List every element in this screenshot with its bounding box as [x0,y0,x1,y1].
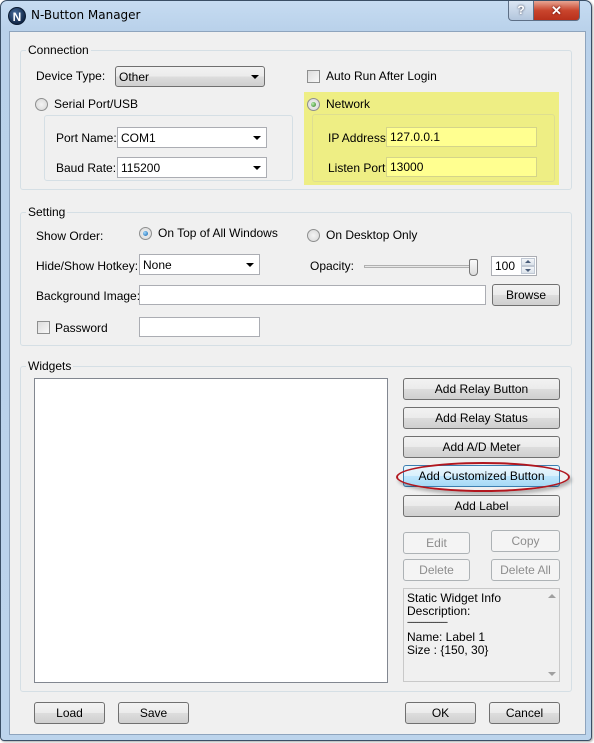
info-line: Size : {150, 30} [407,643,489,657]
close-icon: ✕ [551,3,562,18]
cancel-button[interactable]: Cancel [489,702,560,724]
info-line: Static Widget Info [407,591,502,605]
opacity-slider-track[interactable] [364,265,478,268]
help-button[interactable]: ? [508,1,534,21]
serial-port-label[interactable]: Serial Port/USB [54,97,138,111]
background-image-input[interactable] [139,285,486,305]
on-top-label[interactable]: On Top of All Windows [158,226,278,240]
add-relay-button-button[interactable]: Add Relay Button [403,378,560,400]
spin-up-icon[interactable] [521,258,535,266]
add-label-button[interactable]: Add Label [403,495,560,517]
password-input[interactable] [139,317,260,337]
port-name-value: COM1 [121,131,156,145]
dialog-client-area: Connection Device Type: Other Auto Run A… [9,31,586,735]
add-ad-meter-button[interactable]: Add A/D Meter [403,436,560,458]
baud-rate-value: 115200 [121,161,161,175]
opacity-label: Opacity: [310,259,355,273]
ip-address-value: 127.0.0.1 [390,130,441,144]
app-logo-icon: N [8,7,26,25]
browse-button[interactable]: Browse [492,284,560,306]
info-line: Name: Label 1 [407,630,486,644]
ok-button[interactable]: OK [405,702,476,724]
background-image-label: Background Image: [36,289,141,303]
info-scrollbar[interactable] [545,589,559,681]
edit-button[interactable]: Edit [403,532,470,554]
add-relay-status-button[interactable]: Add Relay Status [403,407,560,429]
network-radio[interactable] [307,98,320,111]
scroll-up-icon[interactable] [548,594,556,598]
ip-address-label: IP Address: [328,131,390,145]
ip-address-input[interactable]: 127.0.0.1 [386,127,537,147]
auto-run-label[interactable]: Auto Run After Login [326,69,437,83]
listen-port-input[interactable]: 13000 [386,157,537,177]
listen-port-value: 13000 [390,160,424,174]
hotkey-dropdown[interactable]: None [139,254,260,275]
password-label[interactable]: Password [55,321,108,335]
desktop-only-label[interactable]: On Desktop Only [326,228,417,242]
opacity-spinner[interactable]: 100 [491,256,537,276]
serial-port-radio[interactable] [35,98,48,111]
delete-button[interactable]: Delete [403,559,470,581]
port-name-label: Port Name: [56,131,117,145]
widgets-group-label: Widgets [26,359,74,373]
spin-down-icon[interactable] [521,266,535,274]
info-line: Description: [407,604,471,618]
info-line: -------------------- [407,617,448,627]
copy-button[interactable]: Copy [491,530,560,552]
dialog-window: N N-Button Manager ? ✕ Connection Device… [0,0,592,741]
device-type-label: Device Type: [36,69,106,83]
widgets-list[interactable] [34,378,388,683]
title-bar[interactable]: N N-Button Manager ? ✕ [1,1,591,31]
port-name-dropdown[interactable]: COM1 [117,127,267,148]
window-title: N-Button Manager [31,8,141,22]
on-top-radio[interactable] [139,227,152,240]
show-order-label: Show Order: [36,229,104,243]
device-type-value: Other [119,70,150,84]
baud-rate-label: Baud Rate: [56,161,117,175]
scroll-down-icon[interactable] [548,672,556,676]
chevron-down-icon [251,75,259,79]
connection-group-label: Connection [26,43,91,57]
widget-info-box[interactable]: Static Widget Info Description: --------… [403,588,560,682]
network-label[interactable]: Network [326,97,370,111]
auto-run-checkbox[interactable] [307,70,320,83]
setting-group-label: Setting [26,205,68,219]
opacity-value: 100 [495,259,516,273]
baud-rate-dropdown[interactable]: 115200 [117,157,267,178]
annotation-ellipse [396,462,570,492]
save-button[interactable]: Save [118,702,189,724]
delete-all-button[interactable]: Delete All [491,559,560,581]
load-button[interactable]: Load [34,702,105,724]
opacity-spin-buttons [521,258,535,274]
chevron-down-icon [246,263,254,267]
opacity-slider-thumb[interactable] [469,259,478,276]
desktop-only-radio[interactable] [307,229,320,242]
listen-port-label: Listen Port: [328,161,389,175]
password-checkbox[interactable] [37,321,50,334]
close-button[interactable]: ✕ [533,1,580,21]
hotkey-label: Hide/Show Hotkey: [36,259,139,273]
device-type-dropdown[interactable]: Other [115,66,265,87]
chevron-down-icon [253,136,261,140]
chevron-down-icon [253,166,261,170]
hotkey-value: None [143,258,172,272]
help-icon: ? [517,3,525,17]
